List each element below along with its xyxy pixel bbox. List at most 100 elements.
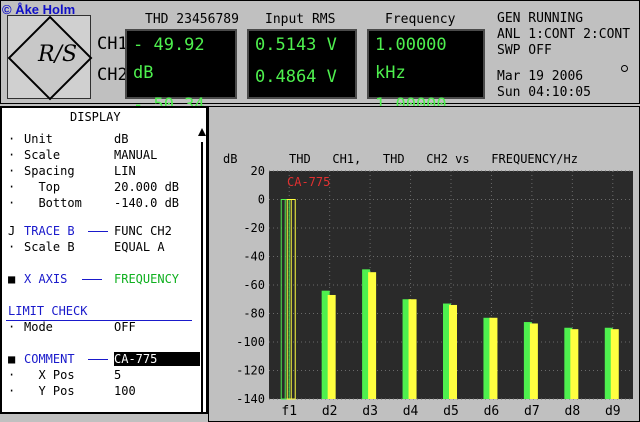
row-value[interactable]: 5 bbox=[114, 368, 121, 382]
panel-row-top[interactable]: · Top 20.000 dB bbox=[2, 180, 202, 196]
panel-row-unit[interactable]: · Unit dB bbox=[2, 132, 202, 148]
ch1-rms-value: 0.5143 V bbox=[255, 35, 337, 55]
bar bbox=[489, 317, 498, 399]
panel-row-limit-check[interactable]: LIMIT CHECK bbox=[2, 304, 202, 320]
comment-annotation: CA-775 bbox=[287, 175, 330, 189]
x-tick-label: d6 bbox=[484, 404, 500, 419]
gen-status: GEN RUNNING bbox=[497, 11, 584, 26]
bar bbox=[408, 299, 417, 399]
row-value[interactable]: -140.0 dB bbox=[114, 196, 179, 210]
row-marker: · bbox=[8, 132, 16, 146]
panel-row-x-pos[interactable]: · X Pos 5 bbox=[2, 368, 202, 384]
row-label: Unit bbox=[24, 132, 53, 146]
ch1-thd-value: - 49.92 dB bbox=[133, 35, 205, 83]
bar bbox=[327, 294, 336, 399]
row-marker: · bbox=[8, 196, 16, 210]
thd-bar-chart: 20 0 -20 -40 -60 -80 -100 -120 -140 f1 d2 d3 d4 d5 d6 d… bbox=[223, 152, 633, 419]
rms-readout: 0.5143 V 0.4864 V bbox=[247, 29, 357, 99]
y-tick-label: 0 bbox=[258, 193, 265, 207]
panel-row-scale-b[interactable]: · Scale B EQUAL A bbox=[2, 240, 202, 256]
row-label: Scale B bbox=[24, 240, 75, 254]
y-tick-label: -140 bbox=[236, 392, 265, 406]
x-tick-label: d7 bbox=[524, 404, 540, 419]
row-marker: · bbox=[8, 180, 16, 194]
row-label: Spacing bbox=[24, 164, 75, 178]
y-tick-label: -20 bbox=[243, 221, 265, 235]
top-status-bar: R/S THD 23456789 Input RMS Frequency CH1… bbox=[0, 0, 640, 143]
chart-title: THD CH1, THD CH2 vs FREQUENCY/Hz bbox=[289, 152, 578, 166]
connector-line bbox=[88, 359, 108, 360]
panel-row-bottom[interactable]: · Bottom -140.0 dB bbox=[2, 196, 202, 212]
row-marker: · bbox=[8, 384, 16, 398]
generator-status: GEN RUNNING ANL 1:CONT 2:CONT SWP OFF Ma… bbox=[497, 11, 630, 101]
anl-status: ANL 1:CONT 2:CONT bbox=[497, 27, 631, 42]
ch2-rms-value: 0.4864 V bbox=[255, 67, 337, 87]
row-value[interactable]: OFF bbox=[114, 320, 136, 334]
bar bbox=[449, 304, 457, 399]
row-value[interactable]: 20.000 dB bbox=[114, 180, 179, 194]
row-label: X Pos bbox=[24, 368, 75, 382]
y-tick-label: -60 bbox=[243, 278, 265, 292]
x-tick-label: d8 bbox=[565, 404, 581, 419]
row-label: X AXIS bbox=[24, 272, 68, 286]
row-value[interactable]: CA-775 bbox=[114, 352, 200, 366]
copyright-watermark: © Åke Holm bbox=[2, 2, 76, 17]
row-value[interactable]: FUNC CH2 bbox=[114, 224, 172, 238]
row-value[interactable]: MANUAL bbox=[114, 148, 157, 162]
row-label: Scale bbox=[24, 148, 61, 162]
panel-row-x-axis[interactable]: ■ X AXIS FREQUENCY bbox=[2, 272, 202, 288]
y-axis-label: dB bbox=[223, 152, 237, 166]
y-tick-label: 20 bbox=[251, 164, 265, 178]
row-marker: J bbox=[8, 224, 16, 238]
y-tick-label: -120 bbox=[236, 364, 265, 378]
row-value[interactable]: FREQUENCY bbox=[114, 272, 179, 286]
row-label: Mode bbox=[24, 320, 53, 334]
row-value[interactable]: EQUAL A bbox=[114, 240, 165, 254]
row-value[interactable]: 100 bbox=[114, 384, 136, 398]
clock-icon bbox=[621, 65, 628, 72]
swp-status: SWP OFF bbox=[497, 43, 552, 58]
bar bbox=[570, 329, 579, 399]
connector-line bbox=[88, 231, 108, 232]
x-tick-label: d4 bbox=[403, 404, 419, 419]
panel-row-mode[interactable]: · Mode OFF bbox=[2, 320, 202, 336]
row-value[interactable]: dB bbox=[114, 132, 128, 146]
row-marker: · bbox=[8, 368, 16, 382]
x-tick-label: d9 bbox=[605, 404, 621, 419]
frequency-readout: 1.00000 kHz 1.00000 kHz bbox=[367, 29, 485, 143]
frequency-header: Frequency bbox=[385, 12, 456, 27]
panel-row-comment[interactable]: ■ COMMENT CA-775 bbox=[2, 352, 202, 368]
row-marker: · bbox=[8, 320, 16, 334]
rs-logo: R/S bbox=[7, 15, 93, 101]
ch2-label: CH2 bbox=[97, 65, 128, 85]
panel-row-scale[interactable]: · Scale MANUAL bbox=[2, 148, 202, 164]
date-display: Mar 19 2006 bbox=[497, 69, 584, 84]
bar bbox=[529, 323, 538, 399]
logo-text: R/S bbox=[38, 42, 78, 67]
x-tick-label: d2 bbox=[322, 404, 338, 419]
row-label: LIMIT CHECK bbox=[8, 304, 88, 318]
thd-header: THD 23456789 bbox=[145, 12, 239, 27]
display-settings-panel: DISPLAY · Unit dB · Scale MANUAL · Spacing LIN · … bbox=[0, 106, 208, 414]
time-display: Sun 04:10:05 bbox=[497, 85, 591, 100]
panel-row-spacing[interactable]: · Spacing LIN bbox=[2, 164, 202, 180]
chart-area: 20 0 -20 -40 -60 -80 -100 -120 -140 f1 d2 d3 d4 d5 d6 d… bbox=[208, 106, 640, 422]
row-label: Y Pos bbox=[24, 384, 75, 398]
y-tick-label: -80 bbox=[243, 307, 265, 321]
row-marker: · bbox=[8, 164, 16, 178]
row-label: TRACE B bbox=[24, 224, 75, 238]
x-tick-label: d5 bbox=[443, 404, 459, 419]
panel-title: DISPLAY bbox=[70, 110, 121, 124]
panel-row-y-pos[interactable]: · Y Pos 100 bbox=[2, 384, 202, 400]
x-tick-label: d3 bbox=[362, 404, 378, 419]
ch1-label: CH1 bbox=[97, 34, 128, 54]
row-label: Bottom bbox=[24, 196, 82, 210]
x-tick-label: f1 bbox=[281, 404, 297, 419]
row-marker: ■ bbox=[8, 272, 16, 286]
row-value[interactable]: LIN bbox=[114, 164, 136, 178]
panel-row-trace-b[interactable]: J TRACE B FUNC CH2 bbox=[2, 224, 202, 240]
bar bbox=[368, 272, 377, 399]
row-marker: · bbox=[8, 240, 16, 254]
thd-readout: - 49.92 dB - 50.34 dB bbox=[125, 29, 237, 143]
row-label: COMMENT bbox=[24, 352, 75, 366]
